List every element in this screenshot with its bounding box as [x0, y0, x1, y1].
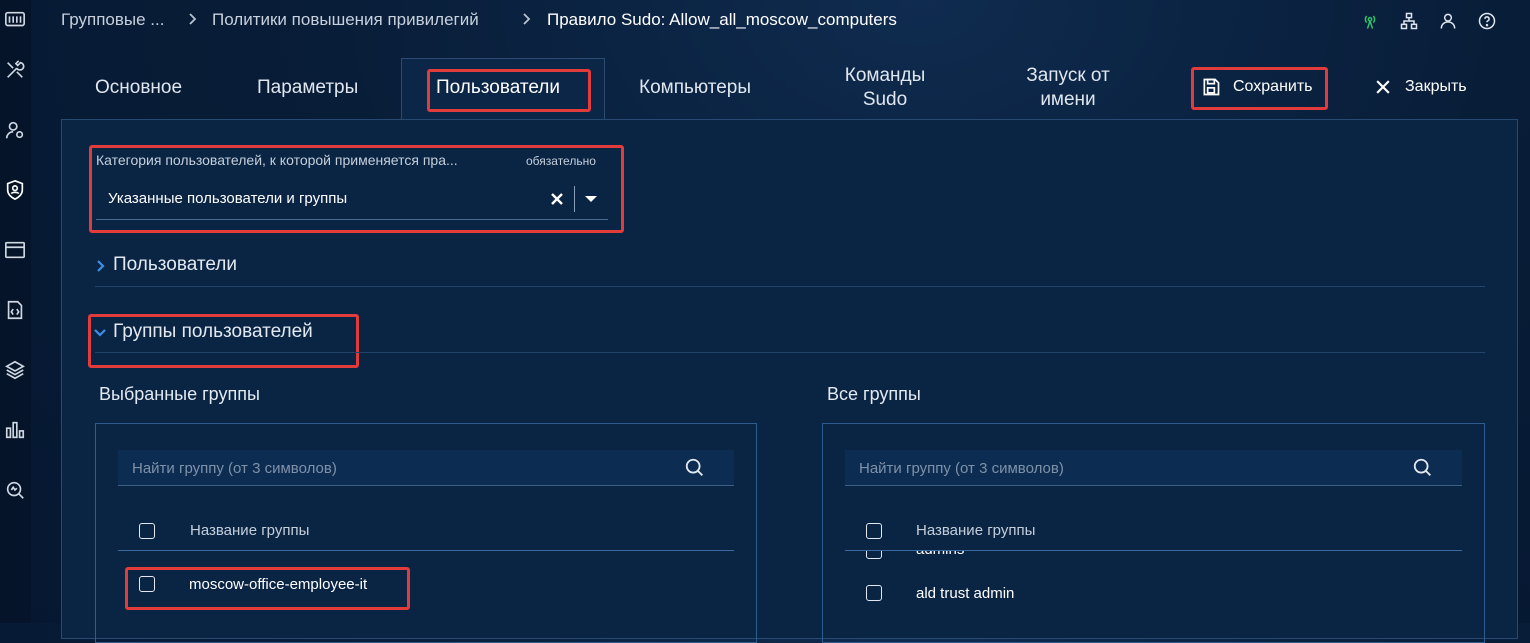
divider: [118, 550, 734, 551]
user-profile-icon[interactable]: [1437, 10, 1459, 32]
network-tree-icon[interactable]: [1398, 10, 1420, 32]
all-groups-search-input[interactable]: [857, 450, 1355, 486]
shield-user-icon[interactable]: [3, 178, 27, 202]
row-checkbox[interactable]: [866, 585, 882, 601]
layers-icon[interactable]: [3, 358, 27, 382]
search-icon[interactable]: [684, 457, 706, 479]
chevron-right-icon: [519, 12, 533, 26]
selected-groups-search-input[interactable]: [130, 450, 627, 486]
divider: [95, 286, 1485, 287]
highlight-frame: [1191, 67, 1328, 110]
breadcrumb-item-group-policies[interactable]: Групповые ...: [61, 10, 164, 30]
close-label: Закрыть: [1405, 78, 1467, 95]
row-checkbox[interactable]: [866, 551, 882, 559]
highlight-frame: [88, 314, 359, 368]
bar-chart-icon[interactable]: [3, 418, 27, 442]
search-monitor-icon[interactable]: [3, 478, 27, 502]
chevron-right-icon: [185, 12, 199, 26]
selected-groups-title: Выбранные группы: [99, 384, 260, 404]
breadcrumb-item-privilege-policies[interactable]: Политики повышения привилегий: [212, 10, 479, 30]
app-logo-icon[interactable]: [3, 8, 27, 32]
divider: [845, 550, 1462, 551]
users-section-header[interactable]: Пользователи: [113, 254, 237, 276]
all-groups-search[interactable]: [845, 450, 1462, 486]
table-row: admins: [916, 551, 964, 558]
select-all-checkbox[interactable]: [866, 523, 882, 539]
all-groups-title: Все группы: [827, 384, 921, 404]
connection-status-icon[interactable]: [1359, 10, 1381, 32]
selected-groups-search[interactable]: [118, 450, 734, 486]
column-header-group-name[interactable]: Название группы: [190, 522, 309, 539]
search-icon[interactable]: [1412, 457, 1434, 479]
help-icon[interactable]: [1476, 10, 1498, 32]
tools-icon[interactable]: [3, 58, 27, 82]
tab-computers[interactable]: Компьютеры: [639, 76, 751, 100]
tab-run-as[interactable]: Запуск от имени: [1012, 64, 1124, 112]
highlight-frame: [125, 567, 410, 610]
highlight-frame: [89, 145, 624, 233]
left-sidebar: [0, 0, 31, 623]
user-settings-icon[interactable]: [3, 118, 27, 142]
tab-sudo-commands[interactable]: Команды Sudo: [832, 64, 938, 112]
code-file-icon[interactable]: [3, 298, 27, 322]
scrolled-row-clip: admins: [845, 551, 1462, 561]
close-icon: [1376, 80, 1390, 94]
close-button[interactable]: Закрыть: [1373, 77, 1467, 97]
chevron-right-icon[interactable]: [93, 259, 107, 273]
table-row: ald trust admin: [916, 585, 1015, 602]
window-icon[interactable]: [3, 238, 27, 262]
select-all-checkbox[interactable]: [139, 523, 155, 539]
tab-main[interactable]: Основное: [95, 76, 182, 100]
breadcrumb-current: Правило Sudo: Allow_all_moscow_computers: [547, 10, 897, 29]
column-header-group-name[interactable]: Название группы: [916, 522, 1035, 539]
divider: [95, 352, 1485, 353]
tab-parameters[interactable]: Параметры: [257, 76, 358, 100]
highlight-frame: [427, 69, 591, 112]
